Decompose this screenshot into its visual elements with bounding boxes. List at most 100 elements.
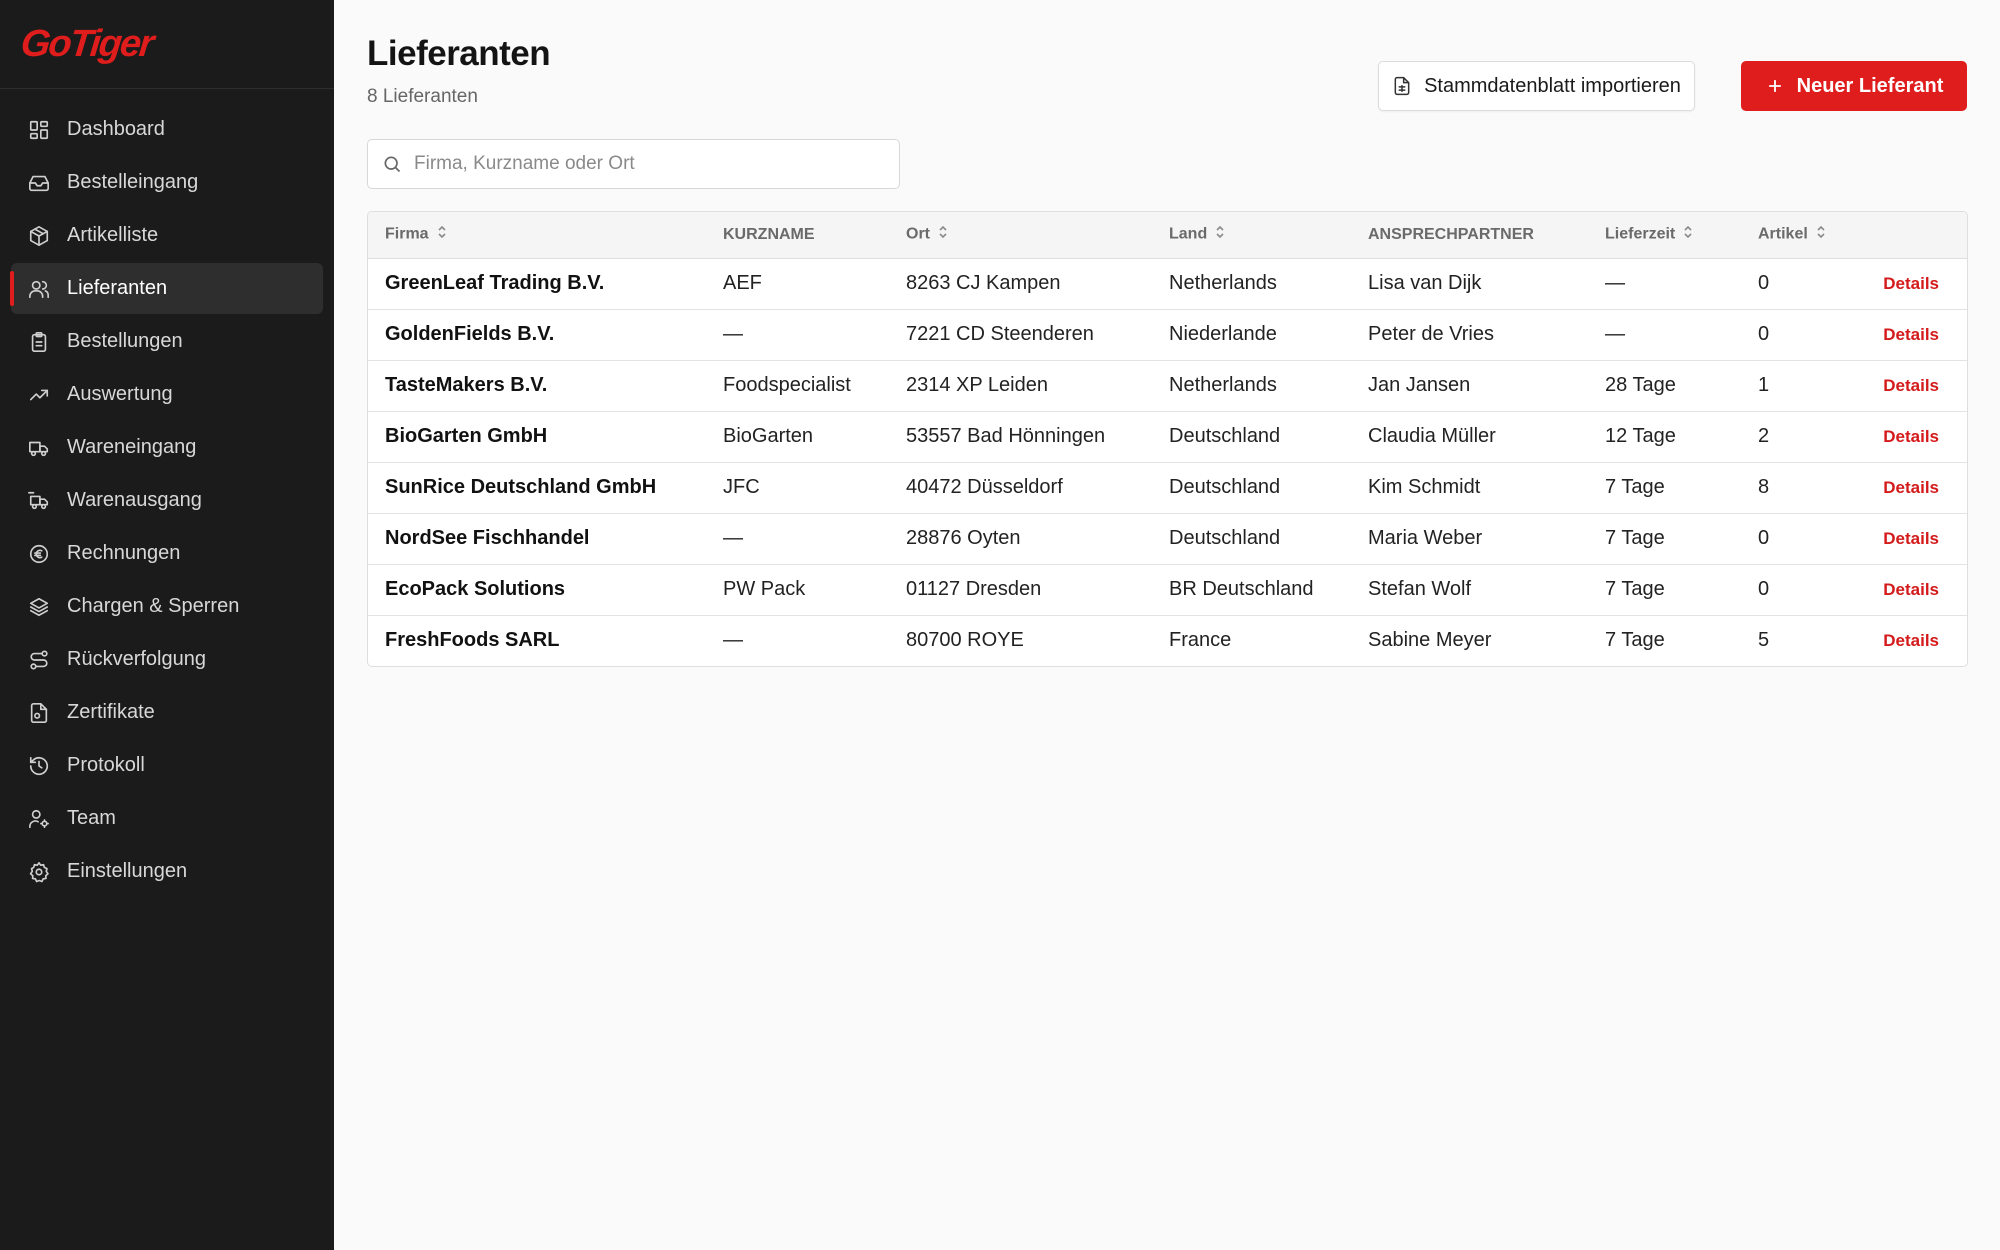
cell-firma: GoldenFields B.V. <box>385 323 555 345</box>
cell-lieferzeit: 7 Tage <box>1605 527 1665 549</box>
sidebar-item-wareneingang[interactable]: Wareneingang <box>11 422 323 473</box>
sidebar-item-label: Auswertung <box>67 383 173 405</box>
main-content: Lieferanten 8 Lieferanten Stammdatenblat… <box>334 0 2000 1250</box>
file-spreadsheet-icon <box>1394 76 1410 96</box>
table-row[interactable]: GoldenFields B.V. — 7221 CD Steenderen N… <box>368 309 1967 360</box>
cell-actions: Details <box>1846 258 1967 309</box>
cell-kurzname: — <box>723 323 743 345</box>
user-cog-icon <box>28 808 50 830</box>
search-input[interactable] <box>414 153 874 175</box>
new-supplier-button[interactable]: Neuer Lieferant <box>1741 61 1967 111</box>
search-box <box>367 139 900 189</box>
cell-kurzname: BioGarten <box>723 425 814 447</box>
table-row[interactable]: EcoPack Solutions PW Pack 01127 Dresden … <box>368 564 1967 615</box>
cell-artikel: 5 <box>1758 629 1770 652</box>
layers-icon <box>28 596 50 618</box>
sort-icon <box>1816 225 1826 244</box>
sort-icon <box>437 225 447 244</box>
details-link[interactable]: Details <box>1883 478 1939 497</box>
details-link[interactable]: Details <box>1883 631 1939 650</box>
cell-ort: 80700 ROYE <box>906 629 1024 652</box>
sidebar-item-chargen-sperren[interactable]: Chargen & Sperren <box>11 581 323 632</box>
truck-icon <box>28 437 50 459</box>
cell-lieferzeit: — <box>1605 272 1625 294</box>
cell-land: Netherlands <box>1169 272 1277 294</box>
sort-icon <box>1683 225 1693 244</box>
sidebar-item-warenausgang[interactable]: Warenausgang <box>11 475 323 526</box>
sidebar-item-label: Team <box>67 807 116 829</box>
table-row[interactable]: TasteMakers B.V. Foodspecialist 2314 XP … <box>368 360 1967 411</box>
sidebar-item-label: Rückverfolgung <box>67 648 206 670</box>
users-icon <box>28 278 50 300</box>
sidebar-item-label: Rechnungen <box>67 542 181 564</box>
column-header-actions <box>1846 212 1967 259</box>
sidebar-item-label: Bestellungen <box>67 330 183 352</box>
app-logo[interactable]: GoTiger <box>19 23 154 66</box>
sidebar-item-label: Lieferanten <box>67 277 168 299</box>
cell-kurzname: PW Pack <box>723 578 806 600</box>
sidebar-item-label: Warenausgang <box>67 489 202 511</box>
cell-kurzname: Foodspecialist <box>723 374 851 396</box>
column-header-firma[interactable]: Firma <box>368 212 706 259</box>
cell-ansprechpartner: Maria Weber <box>1368 527 1483 549</box>
sidebar-item-rueckverfolgung[interactable]: Rückverfolgung <box>11 634 323 685</box>
trending-up-icon <box>28 384 50 406</box>
details-link[interactable]: Details <box>1883 427 1939 446</box>
sidebar-item-bestellungen[interactable]: Bestellungen <box>11 316 323 367</box>
table-row[interactable]: BioGarten GmbH BioGarten 53557 Bad Hönni… <box>368 411 1967 462</box>
details-link[interactable]: Details <box>1883 529 1939 548</box>
sidebar-item-bestelleingang[interactable]: Bestelleingang <box>11 157 323 208</box>
column-header-artikel[interactable]: Artikel <box>1741 212 1846 259</box>
sidebar-item-auswertung[interactable]: Auswertung <box>11 369 323 420</box>
sidebar-item-label: Protokoll <box>67 754 145 776</box>
cell-ort: 01127 Dresden <box>906 578 1042 600</box>
details-link[interactable]: Details <box>1883 274 1939 293</box>
details-link[interactable]: Details <box>1883 376 1939 395</box>
column-header-ort[interactable]: Ort <box>889 212 1152 259</box>
table-row[interactable]: GreenLeaf Trading B.V. AEF 8263 CJ Kampe… <box>368 258 1967 309</box>
cell-lieferzeit: — <box>1605 323 1625 345</box>
cell-firma: TasteMakers B.V. <box>385 374 548 396</box>
sidebar-item-dashboard[interactable]: Dashboard <box>11 104 323 155</box>
sidebar-item-label: Bestelleingang <box>67 171 199 193</box>
table-header-row: Firma KURZNAME Ort Land ANSPRECHPARTNER … <box>368 212 1967 259</box>
cell-land: BR Deutschland <box>1169 578 1314 600</box>
new-button-label: Neuer Lieferant <box>1796 74 1944 97</box>
cell-artikel: 0 <box>1758 272 1770 294</box>
cell-ansprechpartner: Peter de Vries <box>1368 323 1494 345</box>
cell-land: Deutschland <box>1169 527 1281 549</box>
cell-kurzname: JFC <box>723 476 760 498</box>
details-link[interactable]: Details <box>1883 580 1939 599</box>
sidebar-item-protokoll[interactable]: Protokoll <box>11 740 323 791</box>
sidebar-item-einstellungen[interactable]: Einstellungen <box>11 846 323 897</box>
column-header-land[interactable]: Land <box>1152 212 1351 259</box>
table-row[interactable]: NordSee Fischhandel — 28876 Oyten Deutsc… <box>368 513 1967 564</box>
sidebar-item-label: Einstellungen <box>67 860 188 882</box>
cell-lieferzeit: 28 Tage <box>1605 374 1676 396</box>
route-icon <box>28 649 50 671</box>
sidebar-item-zertifikate[interactable]: Zertifikate <box>11 687 323 738</box>
sidebar-item-label: Zertifikate <box>67 701 155 723</box>
cell-firma: GreenLeaf Trading B.V. <box>385 272 605 294</box>
table-row[interactable]: SunRice Deutschland GmbH JFC 40472 Düsse… <box>368 462 1967 513</box>
cell-land: Deutschland <box>1169 425 1281 447</box>
cell-actions: Details <box>1846 360 1967 411</box>
table-row[interactable]: FreshFoods SARL — 80700 ROYE France Sabi… <box>368 615 1967 666</box>
cell-ort: 40472 Düsseldorf <box>906 476 1063 498</box>
details-link[interactable]: Details <box>1883 325 1939 344</box>
cell-land: Deutschland <box>1169 476 1281 498</box>
history-icon <box>28 755 50 777</box>
euro-icon <box>28 543 50 565</box>
sidebar-item-label: Artikelliste <box>67 224 159 246</box>
supplier-count: 8 Lieferanten <box>367 86 478 107</box>
sidebar-item-team[interactable]: Team <box>11 793 323 844</box>
sidebar-item-label: Chargen & Sperren <box>67 595 240 617</box>
sidebar-item-rechnungen[interactable]: Rechnungen <box>11 528 323 579</box>
sidebar-item-artikelliste[interactable]: Artikelliste <box>11 210 323 261</box>
file-certificate-icon <box>28 702 50 724</box>
column-header-lieferzeit[interactable]: Lieferzeit <box>1588 212 1741 259</box>
cell-firma: SunRice Deutschland GmbH <box>385 476 657 498</box>
import-master-data-button[interactable]: Stammdatenblatt importieren <box>1378 61 1695 111</box>
cell-lieferzeit: 7 Tage <box>1605 629 1665 652</box>
sidebar-item-lieferanten[interactable]: Lieferanten <box>10 263 323 314</box>
